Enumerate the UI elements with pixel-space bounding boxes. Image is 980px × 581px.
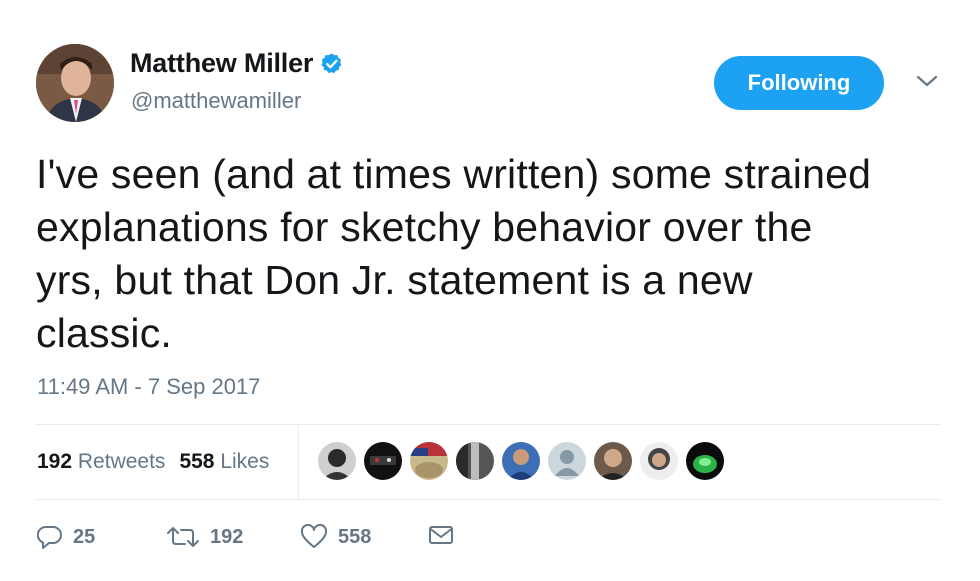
- retweets-stat[interactable]: 192 Retweets: [37, 450, 165, 473]
- stats-divider-top: [36, 424, 940, 425]
- liker-avatar[interactable]: [410, 442, 448, 480]
- stats-divider-bottom: [36, 499, 940, 500]
- liker-avatar[interactable]: [364, 442, 402, 480]
- liker-avatar[interactable]: [456, 442, 494, 480]
- envelope-icon: [429, 526, 453, 544]
- verified-badge-icon: [321, 53, 342, 73]
- liker-avatar[interactable]: [686, 442, 724, 480]
- reply-count: 25: [73, 525, 96, 548]
- following-button[interactable]: Following: [714, 56, 884, 110]
- tweet-text-line: explanations for sketchy behavior over t…: [36, 204, 813, 250]
- liker-avatar[interactable]: [318, 442, 356, 480]
- retweets-stat-count: 192: [37, 450, 73, 473]
- liker-avatar[interactable]: [594, 442, 632, 480]
- heart-icon: [300, 524, 328, 548]
- avatar[interactable]: [36, 44, 114, 122]
- reply-button[interactable]: 25: [37, 524, 95, 550]
- author-name[interactable]: Matthew Miller: [130, 48, 313, 79]
- tweet-text-line: yrs, but that Don Jr. statement is a new: [36, 257, 753, 303]
- likes-stat-label: Likes: [220, 450, 270, 473]
- direct-message-button[interactable]: [428, 524, 464, 546]
- liker-avatar[interactable]: [502, 442, 540, 480]
- liker-avatar[interactable]: [548, 442, 586, 480]
- likes-stat[interactable]: 558 Likes: [179, 450, 269, 473]
- retweet-icon: [167, 527, 199, 547]
- retweets-stat-label: Retweets: [77, 450, 166, 473]
- author-name-row: Matthew Miller: [130, 48, 344, 79]
- author-handle[interactable]: @matthewamiller: [131, 88, 301, 114]
- chevron-down-icon[interactable]: [914, 72, 940, 90]
- tweet-stats: 192 Retweets 558 Likes: [37, 450, 269, 474]
- tweet-text: I've seen (and at times written) some st…: [36, 148, 956, 360]
- tweet-text-line: classic.: [36, 310, 173, 356]
- tweet-timestamp[interactable]: 11:49 AM - 7 Sep 2017: [37, 374, 260, 400]
- tweet-actions: 25 192 558: [0, 524, 980, 560]
- stats-divider-vertical: [298, 425, 299, 499]
- retweet-count: 192: [210, 525, 244, 548]
- likes-stat-count: 558: [179, 450, 215, 473]
- like-count: 558: [338, 525, 372, 548]
- liker-avatar[interactable]: [640, 442, 678, 480]
- retweet-button[interactable]: 192: [166, 524, 243, 550]
- likers-avatars: [318, 442, 732, 480]
- reply-icon: [37, 525, 62, 549]
- like-button[interactable]: 558: [300, 524, 371, 550]
- tweet-text-line: I've seen (and at times written) some st…: [36, 151, 872, 197]
